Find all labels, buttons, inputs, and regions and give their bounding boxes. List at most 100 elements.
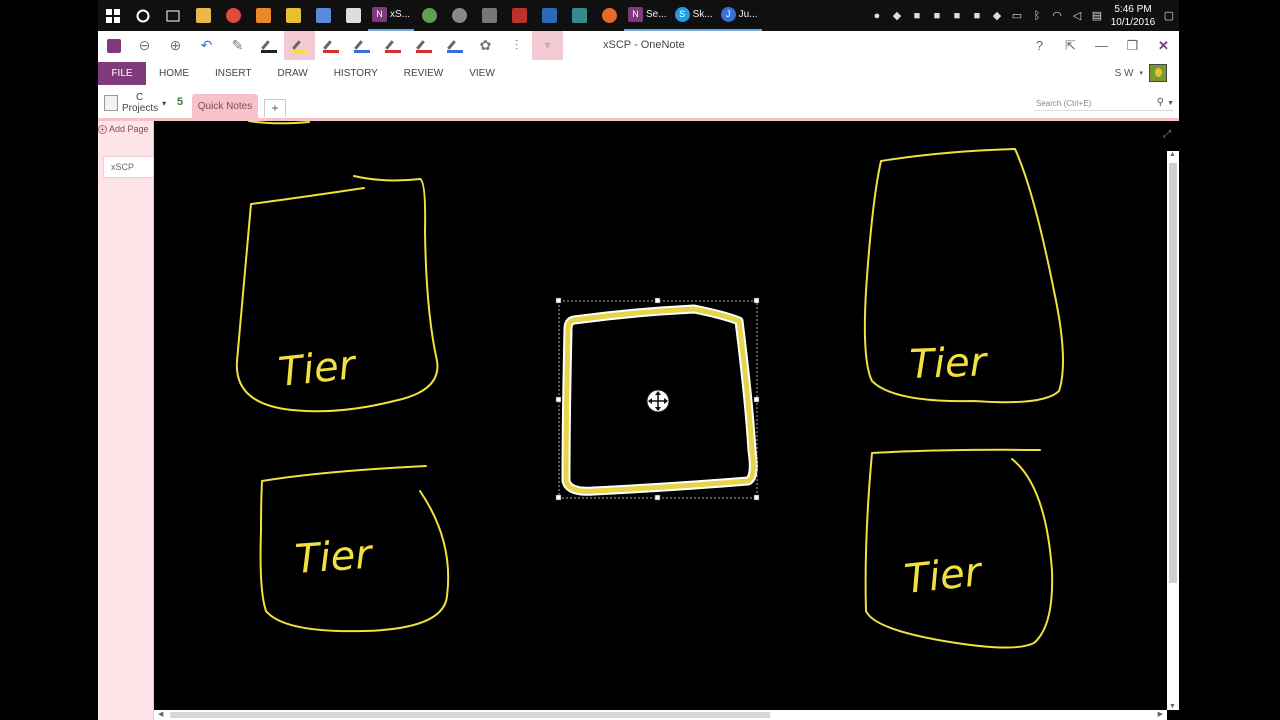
scroll-up-icon[interactable]: ▲ <box>1169 151 1176 158</box>
customize-toolbar-icon[interactable]: ▿ <box>532 31 563 60</box>
ink-label-tier: Tier <box>276 342 360 396</box>
user-account[interactable]: S W ▾ <box>1115 64 1167 82</box>
close-button[interactable]: ✕ <box>1148 38 1179 54</box>
tab-file[interactable]: FILE <box>98 62 146 85</box>
pen-black[interactable] <box>253 31 284 60</box>
horizontal-scrollbar[interactable]: ◀ ▶ <box>154 710 1167 720</box>
notebook-selector[interactable]: C Projects ▾ <box>104 92 166 114</box>
taskbar-app-button[interactable] <box>564 0 594 31</box>
taskbar-app-button[interactable] <box>444 0 474 31</box>
tab-draw[interactable]: DRAW <box>265 62 321 85</box>
search-input[interactable]: Search (Ctrl+E) ⚲ ▼ <box>1034 97 1174 111</box>
wifi-icon[interactable]: ◠ <box>1047 9 1067 22</box>
tray-app-icon[interactable]: ■ <box>947 10 967 22</box>
resize-handle[interactable] <box>753 297 760 304</box>
resize-handle[interactable] <box>654 494 661 501</box>
page-item-xscp[interactable]: xSCP <box>103 156 154 178</box>
sync-icon[interactable]: 5 <box>177 96 183 108</box>
pen-blue[interactable] <box>346 31 377 60</box>
brush-dropdown-icon[interactable]: ⫶ <box>501 31 532 60</box>
pen-yellow-selected[interactable] <box>284 31 315 60</box>
vertical-scroll-thumb[interactable] <box>1169 163 1177 583</box>
search-icon[interactable]: ⚲ <box>1157 96 1164 110</box>
help-button[interactable]: ? <box>1024 38 1055 53</box>
resize-handle[interactable] <box>555 494 562 501</box>
calculator-button[interactable] <box>338 0 368 31</box>
minimize-button[interactable]: — <box>1086 38 1117 53</box>
tab-view[interactable]: VIEW <box>456 62 508 85</box>
resize-handle[interactable] <box>654 297 661 304</box>
virtualbox-button[interactable] <box>534 0 564 31</box>
restore-button[interactable]: ❐ <box>1117 38 1148 54</box>
search-scope-caret-icon[interactable]: ▼ <box>1167 97 1174 111</box>
taskbar-app-button[interactable] <box>308 0 338 31</box>
task-view-button[interactable] <box>158 0 188 31</box>
action-center-icon[interactable]: ▢ <box>1159 9 1179 22</box>
tab-insert[interactable]: INSERT <box>202 62 265 85</box>
full-page-view-button[interactable]: ⇱ <box>1055 38 1086 54</box>
color-palette-icon[interactable]: ✿ <box>470 31 501 60</box>
scroll-left-icon[interactable]: ◀ <box>158 710 163 720</box>
page-canvas[interactable]: Tier Tier Tier Tier ⤢ ▲ ▼ ◀ ▶ <box>154 121 1179 720</box>
cortana-button[interactable] <box>128 0 158 31</box>
taskbar-app-label: Ju... <box>738 9 758 20</box>
resize-handle[interactable] <box>753 396 760 403</box>
taskbar-app-button[interactable] <box>474 0 504 31</box>
tab-history[interactable]: HISTORY <box>321 62 391 85</box>
scroll-right-icon[interactable]: ▶ <box>1158 710 1163 720</box>
tray-app-icon[interactable]: ◆ <box>887 9 907 22</box>
add-page-button[interactable]: + Add Page <box>98 124 149 134</box>
taskbar-app-ju[interactable]: J Ju... <box>716 0 762 31</box>
tray-app-icon[interactable]: ■ <box>967 10 987 22</box>
onenote-icon: N <box>372 7 387 22</box>
pen-red-3[interactable] <box>408 31 439 60</box>
add-section-button[interactable]: + <box>264 99 286 117</box>
tray-app-icon[interactable]: ■ <box>907 10 927 22</box>
pen-tool-icon[interactable]: ✎ <box>222 31 253 60</box>
vertical-scrollbar[interactable]: ▲ ▼ <box>1167 151 1179 710</box>
tray-app-icon[interactable]: ● <box>867 10 887 22</box>
acrobat-button[interactable] <box>504 0 534 31</box>
expand-page-icon[interactable]: ⤢ <box>1163 129 1171 140</box>
bluetooth-icon[interactable]: ᛒ <box>1027 10 1047 22</box>
taskbar-onenote-xscp[interactable]: N xS... <box>368 0 415 31</box>
forward-icon[interactable]: ⊕ <box>160 31 191 60</box>
pen-icon <box>322 39 339 53</box>
notebook-icon <box>104 95 118 111</box>
undo-icon[interactable]: ↶ <box>191 31 222 60</box>
app-icon <box>451 8 467 23</box>
taskbar-onenote-second[interactable]: N Se... <box>624 0 671 31</box>
resize-handle[interactable] <box>753 494 760 501</box>
pen-red-2[interactable] <box>377 31 408 60</box>
chrome-button[interactable] <box>218 0 248 31</box>
volume-icon[interactable]: ◁ <box>1067 9 1087 22</box>
battery-icon[interactable]: ▭ <box>1007 9 1027 22</box>
ink-drawing[interactable]: Tier Tier Tier Tier <box>154 121 1179 720</box>
tray-app-icon[interactable]: ■ <box>927 10 947 22</box>
taskbar-skype[interactable]: S Sk... <box>670 0 717 31</box>
file-explorer-button[interactable] <box>188 0 218 31</box>
firefox-button[interactable] <box>594 0 624 31</box>
user-initials: S W <box>1114 67 1134 79</box>
start-button[interactable] <box>98 0 128 31</box>
taskbar-app-button[interactable] <box>278 0 308 31</box>
taskbar-app-button[interactable] <box>248 0 278 31</box>
horizontal-scroll-thumb[interactable] <box>170 712 770 718</box>
tab-review[interactable]: REVIEW <box>391 62 456 85</box>
taskbar-app-button[interactable] <box>414 0 444 31</box>
pen-blue-2[interactable] <box>439 31 470 60</box>
user-caret: ▾ <box>1139 70 1143 77</box>
search-placeholder: Search (Ctrl+E) <box>1036 99 1092 108</box>
keyboard-icon[interactable]: ▤ <box>1087 9 1107 22</box>
firefox-icon <box>601 8 617 23</box>
tray-app-icon[interactable]: ◆ <box>987 9 1007 22</box>
window-title: xSCP - OneNote <box>603 39 685 51</box>
section-tab-quick-notes[interactable]: Quick Notes <box>192 94 258 119</box>
resize-handle[interactable] <box>555 297 562 304</box>
tab-home[interactable]: HOME <box>146 62 202 85</box>
pen-red[interactable] <box>315 31 346 60</box>
resize-handle[interactable] <box>555 396 562 403</box>
back-icon[interactable]: ⊖ <box>129 31 160 60</box>
clock[interactable]: 5:46 PM 10/1/2016 <box>1107 3 1159 29</box>
scroll-down-icon[interactable]: ▼ <box>1169 703 1176 710</box>
